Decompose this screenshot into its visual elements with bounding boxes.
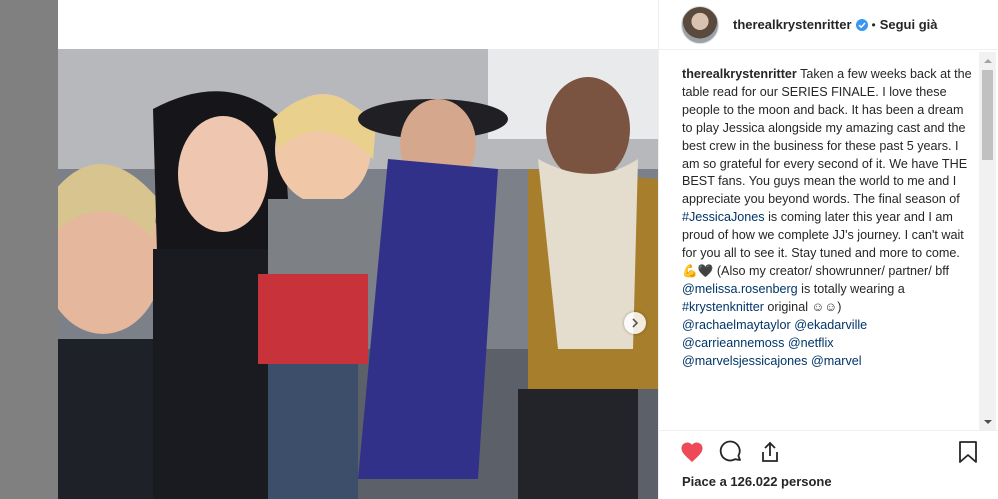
- bookmark-icon[interactable]: [955, 439, 981, 465]
- post-header: therealkrystenritter • Segui già: [659, 0, 998, 50]
- scroll-down-arrow-icon[interactable]: [979, 413, 996, 430]
- photo-column: [58, 0, 658, 499]
- mention-link[interactable]: @rachaelmaytaylor: [682, 318, 791, 332]
- mention-link[interactable]: @marvelsjessicajones: [682, 354, 807, 368]
- share-icon[interactable]: [757, 439, 783, 465]
- comment-icon[interactable]: [718, 439, 744, 465]
- post-caption: therealkrystenritter Taken a few weeks b…: [682, 66, 974, 370]
- caption-text-4: original ☺☺): [763, 299, 842, 314]
- post-photo[interactable]: [58, 49, 658, 499]
- post-sidebar: therealkrystenritter • Segui già thereal…: [658, 0, 998, 499]
- mention-link[interactable]: @netflix: [788, 336, 834, 350]
- caption-text-3: is totally wearing a: [797, 281, 905, 296]
- comments-area: therealkrystenritter Taken a few weeks b…: [659, 50, 998, 430]
- verified-badge-icon: [855, 18, 868, 31]
- caption-username[interactable]: therealkrystenritter: [682, 67, 797, 81]
- following-button[interactable]: Segui già: [880, 17, 938, 32]
- separator-dot: •: [871, 17, 876, 32]
- avatar[interactable]: [681, 5, 719, 44]
- likes-count[interactable]: Piace a 126.022 persone: [682, 474, 832, 489]
- hashtag-link[interactable]: #JessicaJones: [682, 210, 765, 224]
- comments-scrollbar[interactable]: [979, 52, 996, 430]
- heart-icon[interactable]: [679, 439, 705, 465]
- mention-link[interactable]: @melissa.rosenberg: [682, 282, 798, 296]
- group-selfie-image: [58, 49, 658, 499]
- action-icons: [679, 439, 783, 465]
- scroll-up-arrow-icon[interactable]: [979, 52, 996, 69]
- scrollbar-thumb[interactable]: [982, 70, 993, 160]
- mention-link[interactable]: @ekadarville: [794, 318, 867, 332]
- post-actions: Piace a 126.022 persone: [659, 430, 998, 499]
- chevron-right-icon: [630, 318, 640, 328]
- hashtag-link[interactable]: #krystenknitter: [682, 300, 764, 314]
- instagram-post: therealkrystenritter • Segui già thereal…: [58, 0, 998, 499]
- caption-text-1: Taken a few weeks back at the table read…: [682, 67, 972, 207]
- next-photo-button[interactable]: [624, 312, 646, 334]
- mention-link[interactable]: @marvel: [811, 354, 862, 368]
- header-username[interactable]: therealkrystenritter: [733, 17, 852, 32]
- mention-link[interactable]: @carrieannemoss: [682, 336, 784, 350]
